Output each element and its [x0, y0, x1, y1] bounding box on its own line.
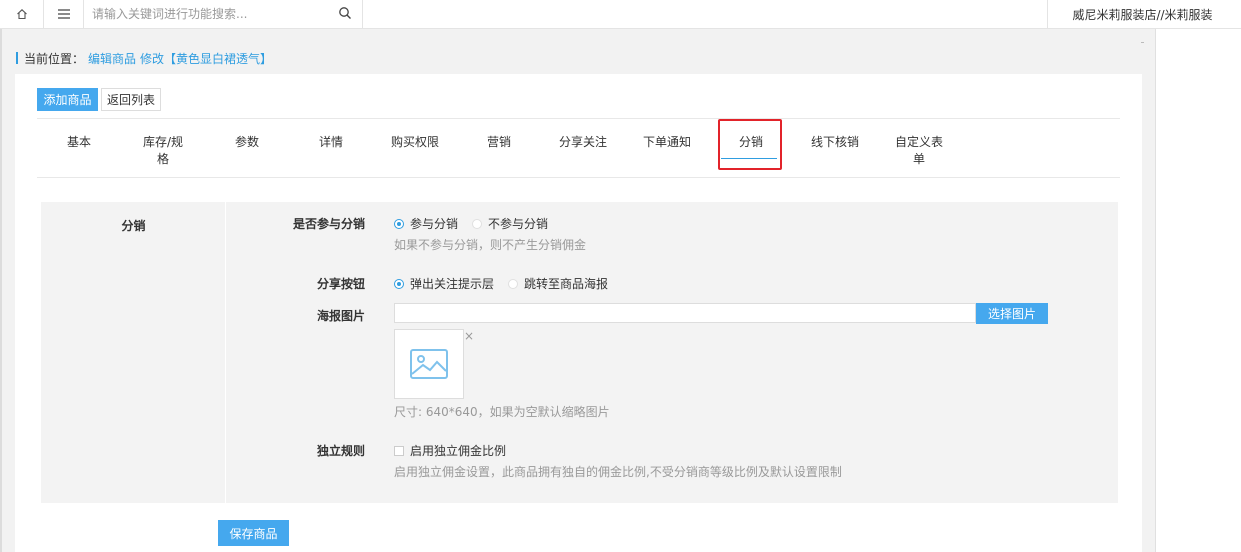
section-title: 分销	[121, 219, 146, 233]
right-panel	[1155, 29, 1241, 552]
image-placeholder-icon	[410, 349, 448, 379]
radio-not-participate[interactable]: 不参与分销	[472, 215, 548, 232]
search-box	[84, 0, 363, 28]
add-product-button[interactable]: 添加商品	[37, 88, 98, 111]
radio-participate[interactable]: 参与分销	[394, 215, 458, 232]
radio-jump-poster-label: 跳转至商品海报	[524, 277, 609, 291]
tab-offline-verify[interactable]: 线下核销	[793, 134, 877, 151]
share-button-label: 分享按钮	[316, 277, 365, 291]
independent-hint: 启用独立佣金设置，此商品拥有独自的佣金比例,不受分销商等级比例及默认设置限制	[394, 465, 842, 479]
radio-popup-follow[interactable]: 弹出关注提示层	[394, 275, 494, 292]
poster-thumbnail[interactable]	[394, 329, 464, 399]
tab-details[interactable]: 详情	[289, 134, 373, 151]
remove-image-icon[interactable]: ×	[464, 330, 474, 342]
poster-size-hint: 尺寸: 640*640，如果为空默认缩略图片	[394, 405, 610, 419]
participate-label: 是否参与分销	[292, 217, 365, 231]
tab-marketing[interactable]: 营销	[457, 134, 541, 151]
radio-jump-poster[interactable]: 跳转至商品海报	[508, 275, 608, 292]
breadcrumb-label: 当前位置：	[24, 51, 85, 66]
breadcrumb-edit-product[interactable]: 编辑商品	[88, 50, 136, 67]
section-sidebar: 分销	[41, 202, 226, 503]
tab-params[interactable]: 参数	[205, 134, 289, 151]
tab-basic[interactable]: 基本	[37, 134, 121, 151]
share-button-radio-group: 弹出关注提示层 跳转至商品海报	[394, 275, 622, 292]
radio-off-icon[interactable]	[508, 278, 519, 289]
breadcrumb-product-name: 【黄色显白裙透气】	[164, 51, 273, 66]
search-input[interactable]	[92, 4, 332, 24]
radio-on-icon[interactable]	[394, 218, 404, 229]
radio-participate-label: 参与分销	[410, 217, 459, 231]
radio-on-icon[interactable]	[394, 278, 404, 289]
top-bar: 威尼米莉服装店//米莉服装	[0, 0, 1241, 29]
tabs-divider-bottom	[37, 177, 1120, 178]
radio-not-participate-label: 不参与分销	[488, 217, 549, 231]
breadcrumb-marker	[16, 52, 18, 64]
scroll-indicator[interactable]	[1141, 42, 1144, 43]
participate-hint: 如果不参与分销，则不产生分销佣金	[394, 238, 587, 252]
main-panel: 添加商品 返回列表 基本 库存/规 格 参数 详情 购买权限 营销 分享关注 下…	[15, 74, 1142, 552]
participate-radio-group: 参与分销 不参与分销	[394, 215, 562, 232]
hamburger-icon	[57, 9, 70, 19]
radio-popup-follow-label: 弹出关注提示层	[410, 277, 495, 291]
radio-off-icon[interactable]	[472, 218, 483, 229]
tab-purchase-permission[interactable]: 购买权限	[373, 134, 457, 151]
distribution-form: 分销 是否参与分销 参与分销 不参与分销 如果不参与分销，则不产生分销佣金 分享…	[41, 202, 1118, 503]
save-product-button[interactable]: 保存商品	[218, 520, 289, 546]
tab-order-notice[interactable]: 下单通知	[625, 134, 709, 151]
independent-checkbox-row[interactable]: 启用独立佣金比例	[394, 442, 506, 459]
tab-share-follow[interactable]: 分享关注	[541, 134, 625, 151]
menu-toggle-button[interactable]	[44, 0, 84, 28]
independent-checkbox-label: 启用独立佣金比例	[410, 444, 507, 458]
left-edge	[0, 29, 2, 552]
breadcrumb-modify[interactable]: 修改	[140, 50, 164, 67]
poster-label: 海报图片	[316, 309, 365, 323]
choose-image-button[interactable]: 选择图片	[976, 303, 1048, 324]
independent-rule-label: 独立规则	[316, 444, 365, 458]
tab-stock-spec[interactable]: 库存/规 格	[121, 134, 205, 168]
tabs-divider-top	[37, 118, 1120, 119]
annotation-highlight-box	[718, 119, 782, 170]
back-to-list-button[interactable]: 返回列表	[101, 88, 161, 111]
search-icon[interactable]	[338, 6, 352, 20]
home-button[interactable]	[0, 0, 44, 28]
poster-url-input[interactable]	[394, 303, 976, 323]
tab-custom-form[interactable]: 自定义表 单	[877, 134, 961, 168]
home-icon	[16, 9, 27, 20]
independent-checkbox[interactable]	[394, 445, 404, 456]
shop-switcher[interactable]: 威尼米莉服装店//米莉服装	[1047, 0, 1237, 28]
breadcrumb: 当前位置： 编辑商品 修改 【黄色显白裙透气】	[16, 50, 272, 66]
